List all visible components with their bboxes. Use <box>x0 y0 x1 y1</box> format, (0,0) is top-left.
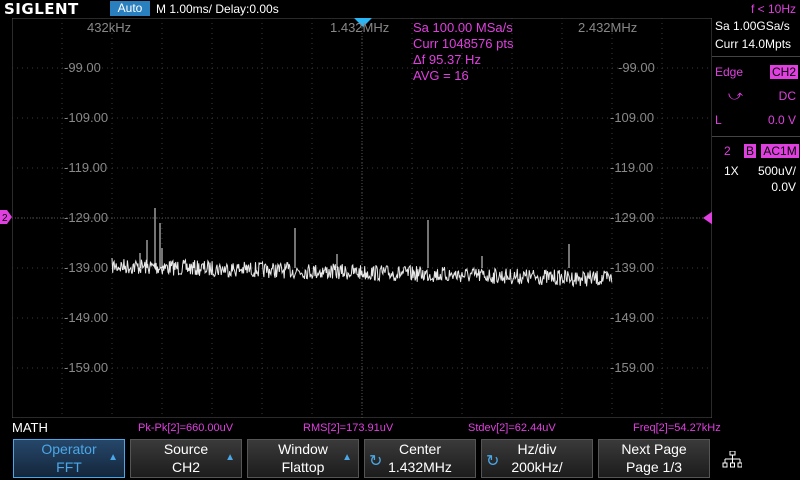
measure-pkpk: Pk-Pk[2]=660.00uV <box>138 422 234 434</box>
trigger-mode-badge[interactable]: Auto <box>110 1 150 16</box>
average-info: AVG = 16 <box>413 68 469 83</box>
next-page-softkey[interactable]: Next Page Page 1/3 <box>598 439 710 478</box>
db-label-left: -109.00 <box>64 110 109 125</box>
softkey-menu: Operator FFT ▲ Source CH2 ▲ Window Flatt… <box>0 437 800 480</box>
window-softkey[interactable]: Window Flattop ▲ <box>247 439 359 478</box>
network-icon <box>722 451 742 468</box>
db-label-right: -149.00 <box>610 310 655 325</box>
channel-offset: 0.0V <box>771 180 796 194</box>
trigger-level-value: 0.0 V <box>767 113 796 127</box>
measurement-bar: MATH Pk-Pk[2]=660.00uV RMS[2]=173.91uV S… <box>0 420 800 437</box>
dropdown-arrow-icon: ▲ <box>342 452 352 463</box>
db-label-right: -159.00 <box>610 360 655 375</box>
channel-coupling-badge[interactable]: AC1M <box>761 144 799 158</box>
sample-rate-info: Sa 100.00 MSa/s <box>413 20 513 35</box>
measure-freq: Freq[2]=54.27kHz <box>633 422 721 434</box>
db-label-right: -119.00 <box>610 160 654 175</box>
next-page-value: Page 1/3 <box>625 459 683 475</box>
right-info-panel: Sa 1.00GSa/s Curr 14.0Mpts Edge CH2 ⤻ DC… <box>712 18 800 418</box>
db-label-left: -129.00 <box>64 210 109 225</box>
measure-rms: RMS[2]=173.91uV <box>303 422 394 434</box>
points-info: Curr 1048576 pts <box>413 36 514 51</box>
trigger-level-label: L <box>715 113 722 127</box>
measure-stdev: Stdev[2]=62.44uV <box>468 422 556 434</box>
db-label-right: -139.00 <box>610 260 655 275</box>
acq-memory-depth: Curr 14.0Mpts <box>715 37 792 51</box>
rotary-knob-icon: ↻ <box>369 453 383 470</box>
rotary-knob-icon: ↻ <box>486 453 500 470</box>
status-bar: SIGLENT Auto M 1.00ms/ Delay:0.00s f < 1… <box>0 0 800 18</box>
acq-sample-rate: Sa 1.00GSa/s <box>715 19 790 33</box>
volts-per-div: 500uV/ <box>757 164 796 178</box>
probe-attenuation: 1X <box>724 164 739 178</box>
fft-display-grid[interactable] <box>12 18 712 418</box>
dropdown-arrow-icon: ▲ <box>108 452 118 463</box>
next-page-title: Next Page <box>621 441 687 457</box>
trigger-coupling: DC <box>778 89 796 103</box>
math-label: MATH <box>12 420 48 435</box>
rising-edge-icon: ⤻ <box>728 87 743 103</box>
db-label-left: -149.00 <box>64 310 109 325</box>
bandwidth-limit-badge: B <box>744 144 757 158</box>
freq-stop-label: 2.432MHz <box>578 20 638 35</box>
db-label-right: -129.00 <box>610 210 655 225</box>
trigger-source-badge[interactable]: CH2 <box>769 65 798 79</box>
delta-f-info: Δf 95.37 Hz <box>413 52 481 67</box>
center-softkey[interactable]: ↻ Center 1.432MHz <box>364 439 476 478</box>
db-label-left: -159.00 <box>64 360 109 375</box>
channel-number: 2 <box>724 144 731 158</box>
timebase-readout: M 1.00ms/ Delay:0.00s <box>156 2 279 16</box>
db-label-left: -119.00 <box>64 160 108 175</box>
trigger-frequency-readout: f < 10Hz <box>750 2 796 16</box>
db-label-right: -99.00 <box>618 60 655 75</box>
freq-center-label: 1.432MHz <box>330 20 390 35</box>
freq-start-label: 432kHz <box>87 20 132 35</box>
hzdiv-softkey[interactable]: ↻ Hz/div 200kHz/ <box>481 439 593 478</box>
operator-softkey[interactable]: Operator FFT ▲ <box>13 439 125 478</box>
svg-text:2: 2 <box>2 213 8 224</box>
db-label-left: -139.00 <box>64 260 109 275</box>
brand-logo: SIGLENT <box>4 0 79 18</box>
dropdown-arrow-icon: ▲ <box>225 452 235 463</box>
trigger-type[interactable]: Edge <box>715 64 755 80</box>
fft-info-panel: Sa 100.00 MSa/s Curr 1048576 pts Δf 95.3… <box>413 20 513 84</box>
db-label-right: -109.00 <box>610 110 655 125</box>
source-softkey[interactable]: Source CH2 ▲ <box>130 439 242 478</box>
db-label-left: -99.00 <box>64 60 101 75</box>
channel-offset-marker[interactable]: 2 <box>0 210 12 224</box>
